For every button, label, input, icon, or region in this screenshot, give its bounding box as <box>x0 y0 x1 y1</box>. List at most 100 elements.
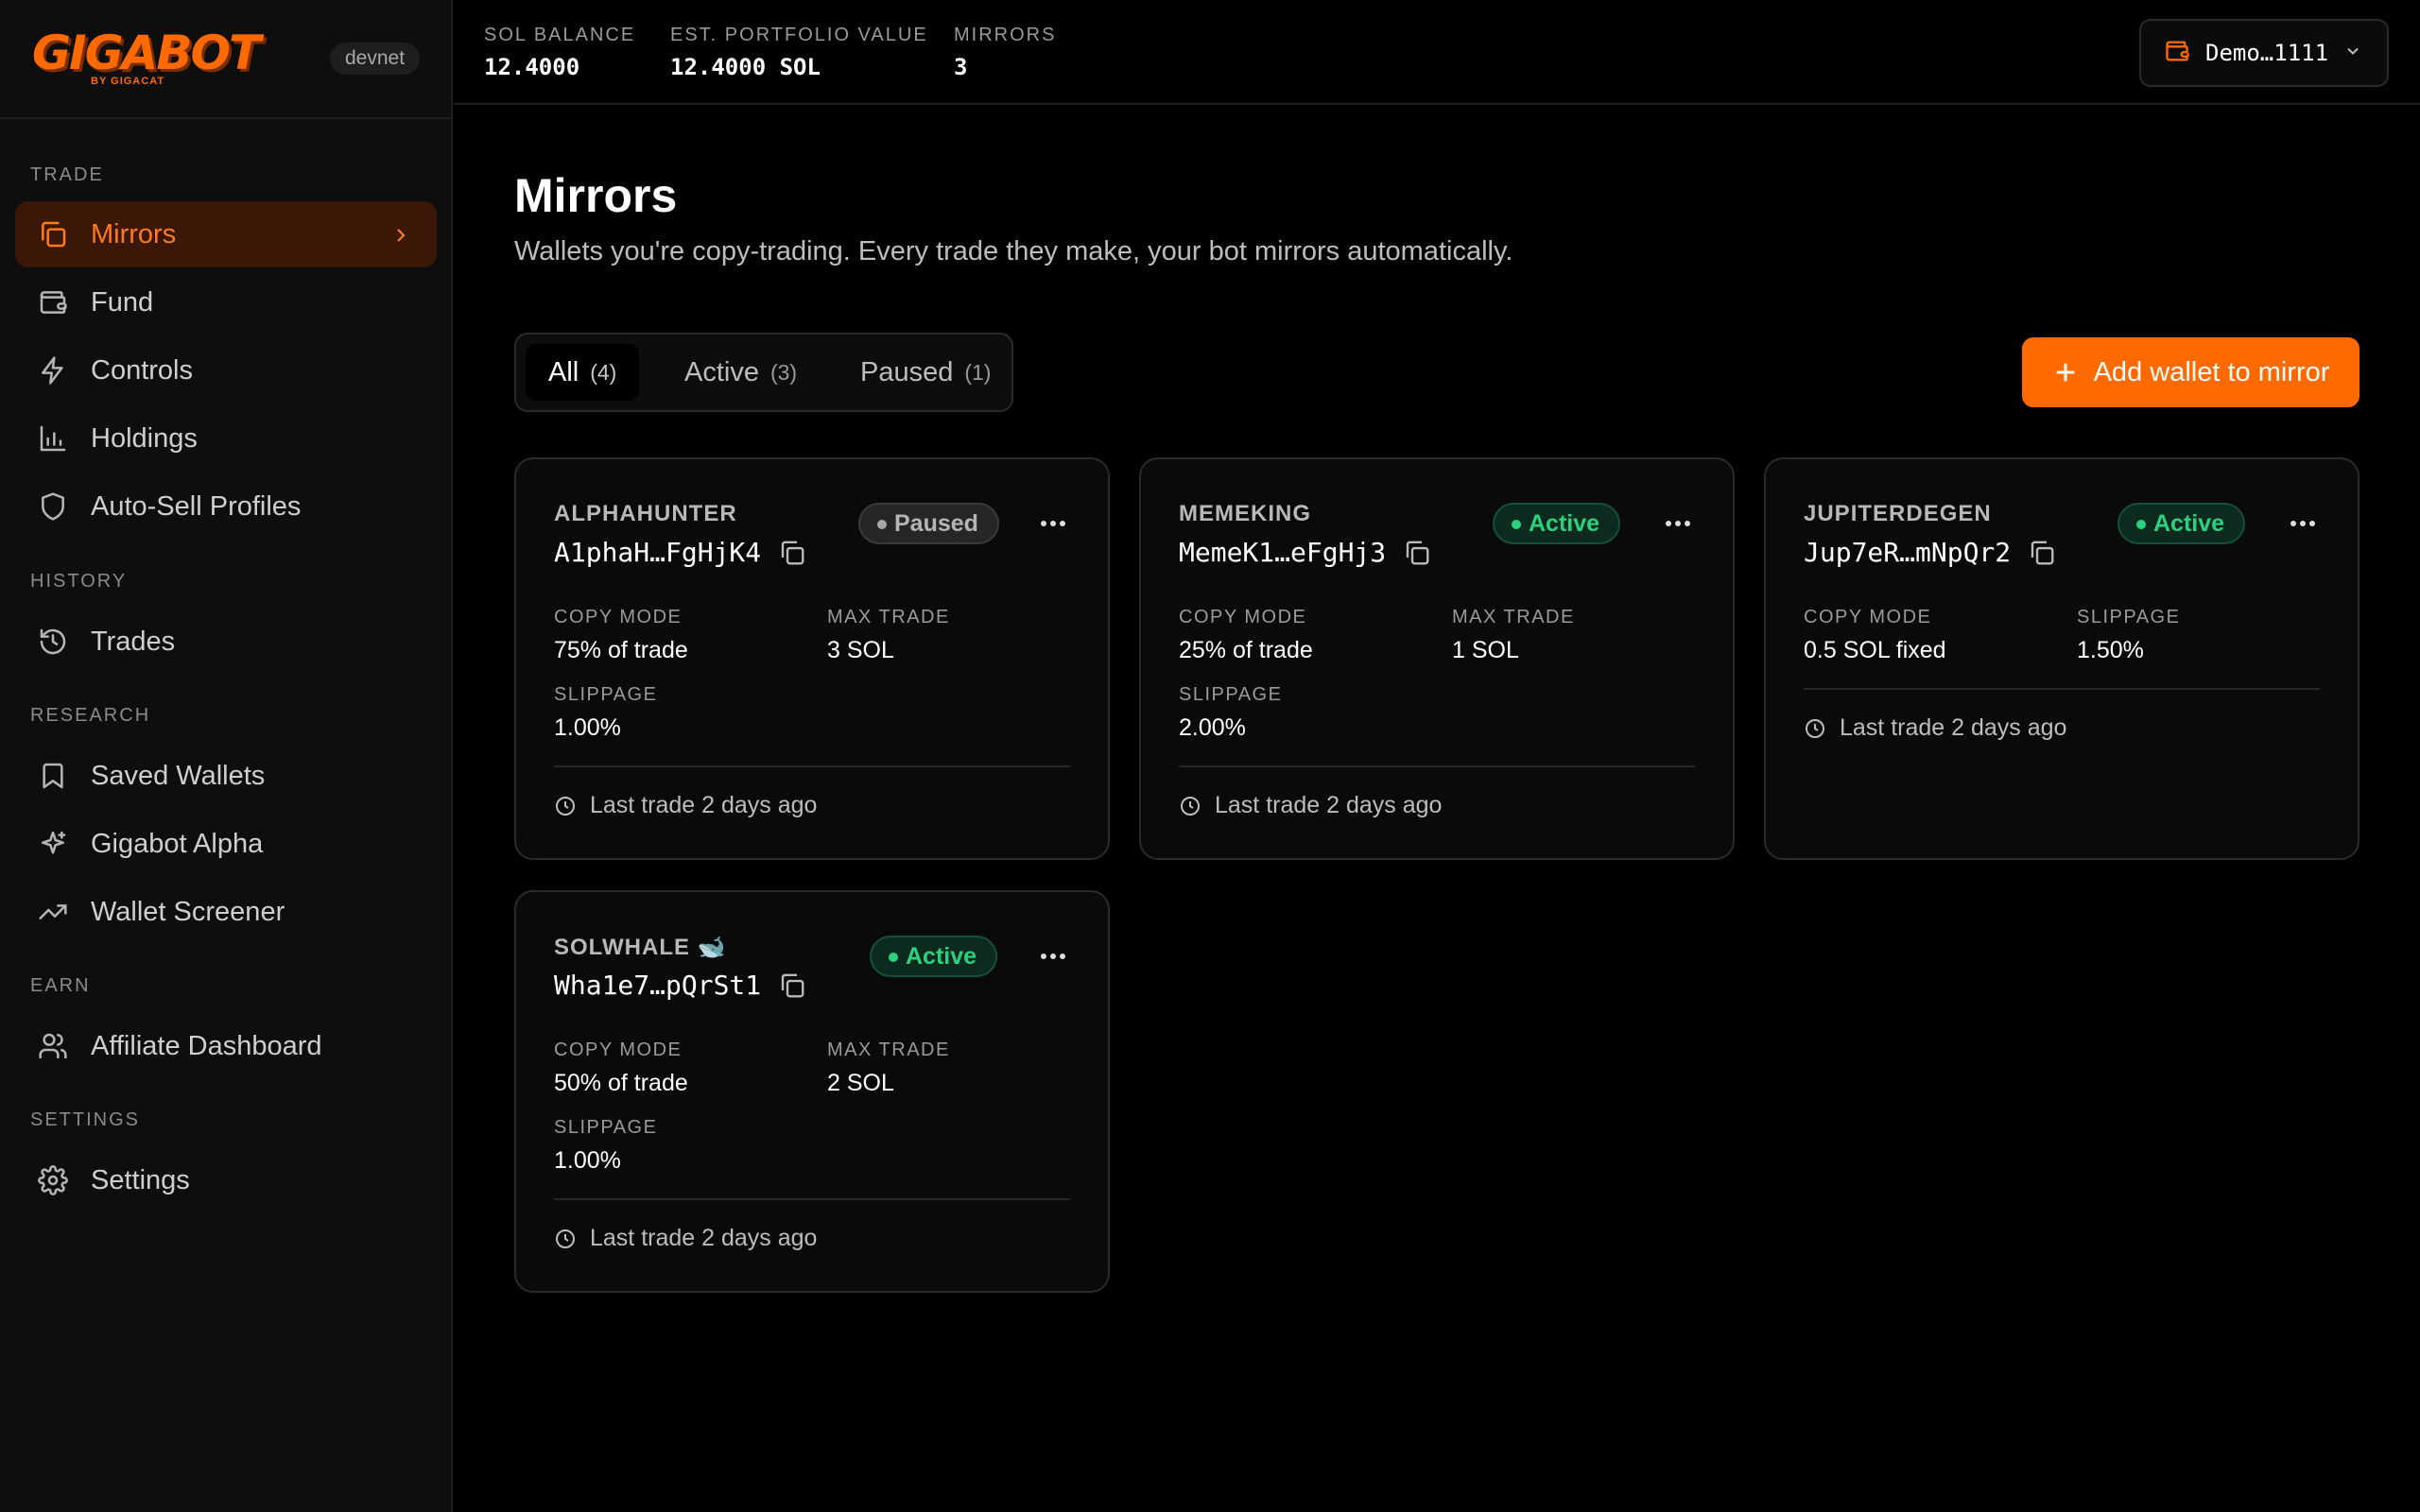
wallet-address: A1phaH…FgHjK4 <box>554 537 806 568</box>
sidebar-item-wallet-screener[interactable]: Wallet Screener <box>15 879 437 945</box>
network-badge: devnet <box>330 43 421 75</box>
sidebar-item-label: Fund <box>91 286 154 318</box>
copy-mode-value: 25% of trade <box>1179 637 1313 663</box>
sidebar-item-holdings[interactable]: Holdings <box>15 405 437 472</box>
divider <box>554 1198 1070 1200</box>
page-subtitle: Wallets you're copy-trading. Every trade… <box>514 236 1513 266</box>
copy-mode-label: COPY MODE <box>554 607 683 627</box>
bookmark-icon <box>38 761 68 791</box>
wallet-address-text: MemeK1…eFgHj3 <box>1179 537 1387 568</box>
copy-icon <box>38 219 68 249</box>
tab-count: (3) <box>769 359 798 385</box>
add-wallet-button[interactable]: Add wallet to mirror <box>2022 337 2360 407</box>
tab-label: All <box>548 356 579 387</box>
sidebar-item-label: Auto-Sell Profiles <box>91 490 302 522</box>
slippage-value: 1.50% <box>2077 637 2144 663</box>
stat-label: MIRRORS <box>954 25 1057 45</box>
section-earn: EARN <box>30 975 91 996</box>
sidebar-item-label: Controls <box>91 354 193 386</box>
more-options-icon[interactable] <box>1036 507 1070 541</box>
sidebar-item-label: Gigabot Alpha <box>91 828 264 859</box>
copy-icon[interactable] <box>1403 539 1431 567</box>
top-bar: SOL BALANCE 12.4000 EST. PORTFOLIO VALUE… <box>454 0 2420 105</box>
wallet-name: ALPHAHUNTER <box>554 501 737 526</box>
status-badge: Active <box>2118 503 2246 544</box>
slippage-label: SLIPPAGE <box>554 684 658 705</box>
copy-icon[interactable] <box>778 539 806 567</box>
bar-chart-icon <box>38 423 68 454</box>
sidebar-item-label: Saved Wallets <box>91 760 266 791</box>
max-trade-value: 2 SOL <box>827 1070 894 1096</box>
section-trade: TRADE <box>30 164 104 185</box>
gigabot-logo[interactable]: GIGABOT BY GIGACAT <box>32 28 261 91</box>
section-settings: SETTINGS <box>30 1109 141 1130</box>
more-options-icon[interactable] <box>2286 507 2320 541</box>
wallet-address-text: Wha1e7…pQrSt1 <box>554 970 762 1001</box>
tab-active[interactable]: Active (3) <box>662 344 820 401</box>
copy-mode-value: 0.5 SOL fixed <box>1804 637 1946 663</box>
sidebar-item-saved-wallets[interactable]: Saved Wallets <box>15 743 437 809</box>
tab-label: Active <box>684 356 759 387</box>
wallet-name: MEMEKING <box>1179 501 1311 526</box>
copy-mode-value: 50% of trade <box>554 1070 688 1096</box>
more-options-icon[interactable] <box>1036 939 1070 973</box>
stat-label: EST. PORTFOLIO VALUE <box>670 25 928 45</box>
tab-all[interactable]: All (4) <box>526 344 640 401</box>
copy-mode-value: 75% of trade <box>554 637 688 663</box>
wallet-icon <box>38 287 68 318</box>
slippage-label: SLIPPAGE <box>1179 684 1283 705</box>
status-badge: Active <box>870 936 998 977</box>
chevron-down-icon <box>2343 42 2362 65</box>
sidebar-item-label: Trades <box>91 626 176 657</box>
section-research: RESEARCH <box>30 705 151 726</box>
slippage-label: SLIPPAGE <box>2077 607 2181 627</box>
last-trade-text: Last trade 2 days ago <box>1840 714 2067 741</box>
filter-tabs: All (4) Active (3) Paused (1) <box>514 333 1013 412</box>
clock-icon <box>556 796 575 816</box>
chevron-right-icon <box>389 223 412 254</box>
max-trade-label: MAX TRADE <box>827 1040 950 1060</box>
last-trade-text: Last trade 2 days ago <box>590 792 818 818</box>
mirror-card[interactable]: SOLWHALE 🐋 Wha1e7…pQrSt1 Active COPY MOD… <box>514 890 1110 1293</box>
last-trade: Last trade 2 days ago <box>554 792 817 819</box>
mirror-card[interactable]: JUPITERDEGEN Jup7eR…mNpQr2 Active COPY M… <box>1764 457 2360 860</box>
copy-icon[interactable] <box>2028 539 2056 567</box>
divider <box>554 765 1070 767</box>
status-badge: Paused <box>858 503 999 544</box>
max-trade-label: MAX TRADE <box>1452 607 1575 627</box>
sidebar-item-controls[interactable]: Controls <box>15 337 437 404</box>
stat-value: 12.4000 <box>484 54 580 80</box>
wallet-address: MemeK1…eFgHj3 <box>1179 537 1431 568</box>
plus-icon <box>2056 363 2074 382</box>
status-badge: Active <box>1493 503 1621 544</box>
sidebar-item-gigabot-alpha[interactable]: Gigabot Alpha <box>15 811 437 877</box>
wallet-name: SOLWHALE 🐋 <box>554 935 727 960</box>
sidebar-item-mirrors[interactable]: Mirrors <box>15 201 437 267</box>
lightning-icon <box>38 355 68 386</box>
copy-icon[interactable] <box>778 971 806 1000</box>
stat-portfolio-value: EST. PORTFOLIO VALUE 12.4000 SOL <box>670 25 928 80</box>
sidebar-item-settings[interactable]: Settings <box>15 1147 437 1213</box>
max-trade-label: MAX TRADE <box>827 607 950 627</box>
sidebar-item-label: Wallet Screener <box>91 896 285 927</box>
tab-paused[interactable]: Paused (1) <box>838 344 1013 401</box>
sidebar-item-label: Affiliate Dashboard <box>91 1030 322 1061</box>
last-trade: Last trade 2 days ago <box>1804 714 2066 742</box>
gear-icon <box>38 1165 68 1195</box>
mirror-card[interactable]: MEMEKING MemeK1…eFgHj3 Active COPY MODE … <box>1139 457 1735 860</box>
divider <box>1179 765 1695 767</box>
wallet-name: JUPITERDEGEN <box>1804 501 1992 526</box>
sidebar-item-trades[interactable]: Trades <box>15 609 437 675</box>
stat-label: SOL BALANCE <box>484 25 636 45</box>
more-options-icon[interactable] <box>1661 507 1695 541</box>
sidebar-item-affiliate-dashboard[interactable]: Affiliate Dashboard <box>15 1013 437 1079</box>
section-history: HISTORY <box>30 571 128 592</box>
stat-value: 12.4000 SOL <box>670 54 821 80</box>
wallet-address-text: Jup7eR…mNpQr2 <box>1804 537 2012 568</box>
clock-icon <box>1806 718 1824 738</box>
sidebar-item-fund[interactable]: Fund <box>15 269 437 335</box>
wallet-selector-button[interactable]: Demo…1111 <box>2139 19 2389 87</box>
stat-value: 3 <box>954 54 968 80</box>
mirror-card[interactable]: ALPHAHUNTER A1phaH…FgHjK4 Paused COPY MO… <box>514 457 1110 860</box>
sidebar-item-auto-sell-profiles[interactable]: Auto-Sell Profiles <box>15 473 437 540</box>
